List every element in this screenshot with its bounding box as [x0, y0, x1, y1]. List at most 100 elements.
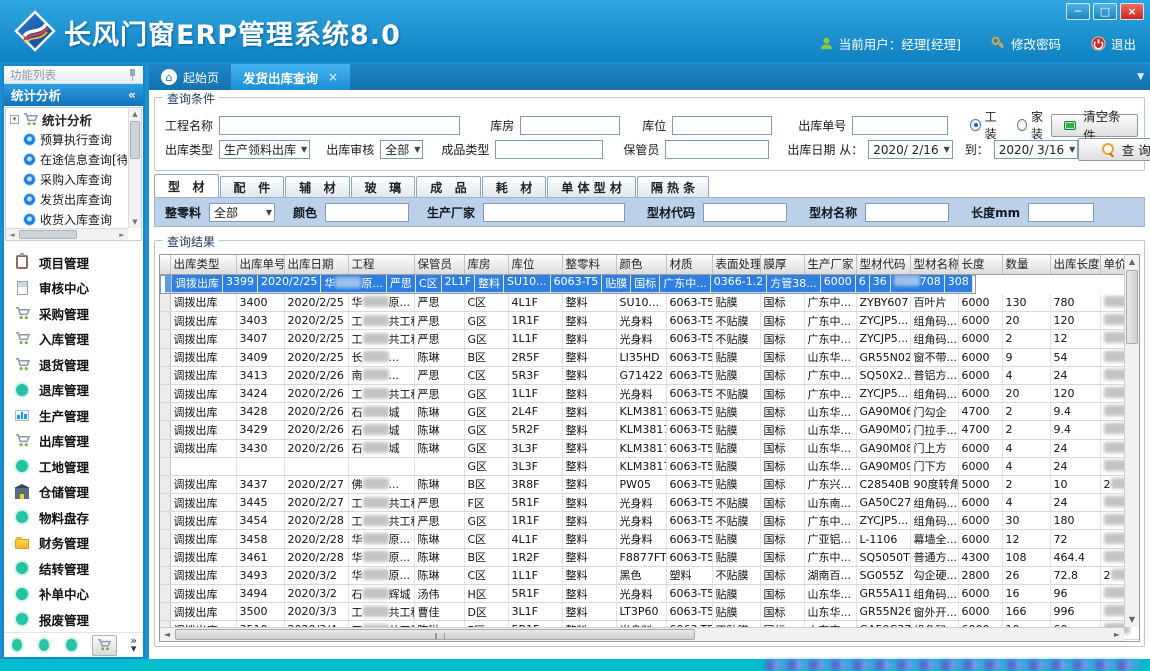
- column-header[interactable]: 出库类型: [170, 255, 236, 274]
- row-indicator[interactable]: [160, 512, 170, 530]
- table-row[interactable]: 调拨出库34092020/2/25长...陈琳B区2R5F整料LI35HD606…: [160, 348, 1140, 366]
- column-header[interactable]: 出库日期: [284, 255, 348, 274]
- material-tab[interactable]: 成 品: [416, 176, 481, 197]
- scrollbar-thumb[interactable]: [175, 629, 695, 640]
- material-tab[interactable]: 隔 热 条: [637, 176, 709, 197]
- row-indicator[interactable]: [160, 294, 170, 312]
- column-header[interactable]: 型材名称: [910, 255, 958, 274]
- warehouse-input[interactable]: [520, 116, 620, 135]
- scroll-left-icon[interactable]: ◄: [6, 229, 18, 241]
- material-tab[interactable]: 辅 材: [285, 176, 350, 197]
- minimize-button[interactable]: ─: [1066, 3, 1090, 20]
- material-tab[interactable]: 耗 材: [482, 176, 547, 197]
- close-button[interactable]: ×: [1120, 3, 1144, 20]
- sidebar-overflow-button[interactable]: »▾: [130, 637, 137, 653]
- color-input[interactable]: [325, 203, 409, 222]
- column-header[interactable]: 生产厂家: [804, 255, 856, 274]
- column-header[interactable]: 数量: [1002, 255, 1050, 274]
- row-indicator[interactable]: [160, 475, 170, 493]
- material-tab[interactable]: 玻 璃: [351, 176, 416, 197]
- sidebar-menu-item[interactable]: 退库管理: [14, 377, 143, 403]
- table-row[interactable]: 调拨出库34072020/2/25工共工程严思G区1L1F整料光身料6063-T…: [160, 330, 1140, 348]
- product-type-input[interactable]: [495, 140, 603, 159]
- scroll-right-icon[interactable]: ►: [116, 229, 128, 241]
- table-row[interactable]: 调拨出库33992020/2/25华原...严思C区2L1F整料SU10...6…: [160, 275, 976, 294]
- keeper-input[interactable]: [665, 140, 769, 159]
- tab-close-icon[interactable]: ×: [328, 70, 338, 84]
- row-indicator[interactable]: [160, 348, 170, 366]
- row-indicator[interactable]: [160, 494, 170, 512]
- column-header[interactable]: 库房: [464, 255, 508, 274]
- sidebar-menu-item[interactable]: 入库管理: [14, 326, 143, 352]
- column-header[interactable]: 整零料: [562, 255, 616, 274]
- scroll-left-icon[interactable]: ◄: [160, 628, 174, 642]
- grid-vertical-scrollbar[interactable]: ▲ ▼: [1124, 255, 1139, 627]
- column-header[interactable]: 工程: [348, 255, 414, 274]
- material-tab[interactable]: 单 体 型 材: [547, 176, 636, 197]
- table-row[interactable]: 调拨出库34002020/2/25华原...严思C区4L1F整料SU10...6…: [160, 294, 1140, 312]
- sidebar-menu-item[interactable]: 出库管理: [14, 428, 143, 454]
- scroll-up-icon[interactable]: ▲: [129, 108, 141, 120]
- order-no-input[interactable]: [852, 116, 948, 135]
- table-row[interactable]: 调拨出库34282020/2/26石城陈琳G区2L4F整料KLM38176063…: [160, 403, 1140, 421]
- length-input[interactable]: [1028, 203, 1094, 222]
- row-indicator[interactable]: [160, 403, 170, 421]
- tree-item[interactable]: 预算执行查询: [8, 130, 127, 150]
- tree-item[interactable]: 收货入库查询: [8, 210, 127, 228]
- column-header[interactable]: 库位: [508, 255, 562, 274]
- profile-code-input[interactable]: [703, 203, 787, 222]
- table-row[interactable]: 调拨出库34372020/2/27佛...陈琳B区3R8F整料PW056063-…: [160, 475, 1140, 493]
- change-password-button[interactable]: 修改密码: [991, 34, 1061, 53]
- date-from-select[interactable]: 2020/ 2/16▼: [868, 140, 953, 159]
- maker-input[interactable]: [483, 203, 625, 222]
- tab-home[interactable]: ⌂ 起始页: [149, 64, 231, 90]
- table-row[interactable]: 调拨出库34612020/2/28华原...陈琳B区1R2F整料F8877FT6…: [160, 548, 1140, 566]
- grid-horizontal-scrollbar[interactable]: ◄ ►: [160, 627, 1124, 641]
- row-indicator[interactable]: [160, 530, 170, 548]
- module-dot-icon[interactable]: [12, 639, 22, 651]
- column-header[interactable]: 材质: [666, 255, 712, 274]
- tree-item[interactable]: 在途信息查询[待: [8, 150, 127, 170]
- material-tab[interactable]: 配 件: [220, 176, 285, 197]
- radio-jiazhuang[interactable]: 家装: [1017, 108, 1051, 142]
- table-row[interactable]: 调拨出库34292020/2/26石城陈琳G区5R2F整料KLM38176063…: [160, 421, 1140, 439]
- table-row[interactable]: G区3L3F整料KLM38176063-T5贴膜国标山东华...GA90M09.…: [160, 457, 1140, 475]
- sidebar-menu-item[interactable]: 结转管理: [14, 556, 143, 582]
- sidebar-menu-item[interactable]: 物料盘存: [14, 505, 143, 531]
- tree-item[interactable]: 发货出库查询: [8, 190, 127, 210]
- scroll-down-icon[interactable]: ▼: [129, 216, 141, 228]
- sidebar-menu-item[interactable]: 报废管理: [14, 607, 143, 633]
- tab-list-caret-icon[interactable]: ▼: [1137, 72, 1144, 82]
- table-row[interactable]: 调拨出库35002020/3/3工共工程曹佳D区3L1F整料LT3P606063…: [160, 603, 1140, 621]
- scroll-right-icon[interactable]: ►: [1110, 628, 1124, 642]
- profile-name-input[interactable]: [865, 203, 949, 222]
- column-header[interactable]: 出库单号: [236, 255, 284, 274]
- column-header[interactable]: 出库长度: [1050, 255, 1100, 274]
- table-row[interactable]: 调拨出库34132020/2/26南...严思C区5R3F整料G71422606…: [160, 366, 1140, 384]
- row-indicator[interactable]: [160, 330, 170, 348]
- row-indicator[interactable]: [160, 421, 170, 439]
- whole-piece-select[interactable]: 全部▼: [209, 203, 275, 222]
- sidebar-menu-item[interactable]: 审核中心: [14, 275, 143, 301]
- row-indicator[interactable]: [165, 275, 172, 293]
- search-button[interactable]: 查 询: [1078, 138, 1150, 161]
- date-to-select[interactable]: 2020/ 3/16▼: [994, 140, 1079, 159]
- column-header[interactable]: 保管员: [414, 255, 464, 274]
- sidebar-menu-item[interactable]: 生产管理: [14, 403, 143, 429]
- module-dot-icon[interactable]: [39, 639, 49, 651]
- scrollbar-thumb[interactable]: [19, 230, 77, 239]
- table-row[interactable]: 调拨出库34582020/2/28华原...陈琳C区4L1F整料光身料6063-…: [160, 530, 1140, 548]
- maximize-button[interactable]: □: [1093, 3, 1117, 20]
- row-indicator[interactable]: [160, 548, 170, 566]
- row-indicator[interactable]: [160, 585, 170, 603]
- row-indicator[interactable]: [160, 384, 170, 402]
- row-indicator[interactable]: [160, 312, 170, 330]
- row-indicator[interactable]: [160, 457, 170, 475]
- row-indicator[interactable]: [160, 566, 170, 584]
- radio-gongzhuang[interactable]: 工装: [970, 108, 1004, 142]
- row-indicator[interactable]: [160, 603, 170, 621]
- tree-root-node[interactable]: ▾ 统计分析: [8, 110, 127, 130]
- tree-horizontal-scrollbar[interactable]: ◄ ►: [6, 228, 128, 240]
- column-header[interactable]: 膜厚: [760, 255, 804, 274]
- tree-vertical-scrollbar[interactable]: ▲ ▼: [128, 108, 141, 228]
